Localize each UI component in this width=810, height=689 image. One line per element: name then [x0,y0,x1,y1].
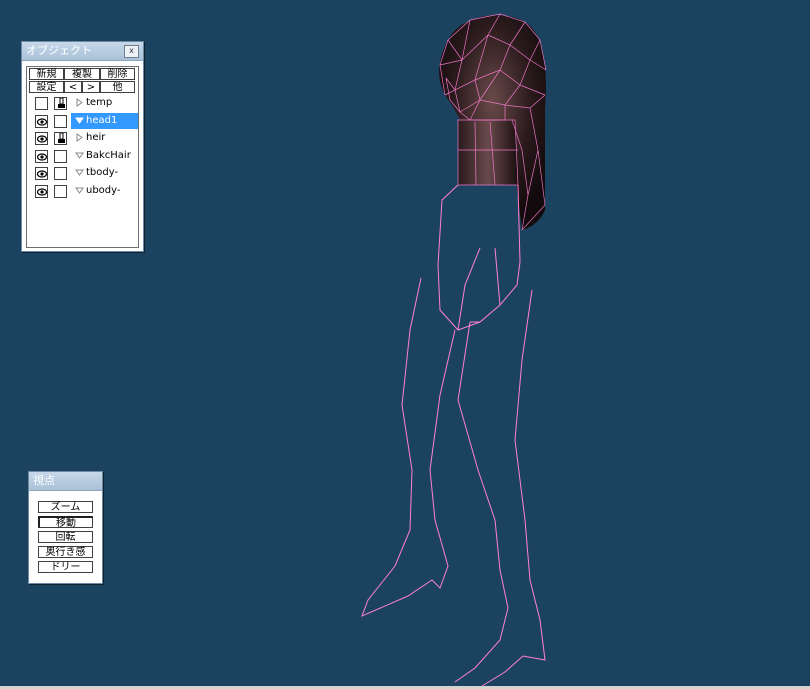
object-row-tbody-[interactable]: tbody- [27,165,138,182]
object-name: temp [86,97,113,108]
triangle-down-icon[interactable] [75,186,84,195]
object-window-title: オブジェクト [26,44,92,57]
lock-toggle[interactable] [54,114,67,128]
triangle-right-icon[interactable] [75,98,84,107]
triangle-down-icon[interactable] [75,168,84,177]
object-name: tbody- [86,167,119,179]
viewpoint-titlebar[interactable]: 視点 [29,472,102,491]
visibility-toggle[interactable] [35,149,48,163]
object-name: ubody- [86,185,121,196]
visibility-toggle[interactable] [35,185,48,198]
duplicate-button[interactable]: 複製 [64,68,100,80]
object-window[interactable]: オブジェクト x 新規 複製 削除 設定 < > 他 temp head1 heir… [21,41,144,252]
rotate-button[interactable]: 回転 [38,531,93,543]
object-row-temp[interactable]: temp [27,95,138,112]
visibility-toggle[interactable] [35,132,48,146]
object-name: head1 [86,114,118,126]
viewpoint-panel[interactable]: 視点 ズーム 移動 回転 奥行き感 ドリー [28,471,103,584]
perspective-button[interactable]: 奥行き感 [38,546,93,558]
eye-icon [37,170,47,178]
visibility-toggle[interactable] [35,114,48,128]
triangle-right-icon[interactable] [75,133,84,143]
object-row-head1[interactable]: head1 [27,112,138,130]
object-row-ubody-[interactable]: ubody- [27,183,138,200]
triangle-down-icon[interactable] [75,116,84,125]
eye-icon [37,153,47,161]
visibility-toggle[interactable] [35,97,48,110]
dolly-button[interactable]: ドリー [38,561,93,573]
eye-icon [37,135,47,143]
prev-button[interactable]: < [64,81,82,93]
lock-toggle[interactable] [54,149,67,163]
eye-icon [37,188,47,196]
close-button[interactable]: x [124,45,139,58]
settings-button[interactable]: 設定 [29,81,64,93]
new-button[interactable]: 新規 [29,68,64,80]
other-button[interactable]: 他 [100,81,135,93]
delete-button[interactable]: 削除 [100,68,135,80]
lock-toggle[interactable] [54,167,67,181]
object-window-titlebar[interactable]: オブジェクト x [22,42,143,61]
next-button[interactable]: > [82,81,100,93]
zoom-button[interactable]: ズーム [38,501,93,513]
object-panel: 新規 複製 削除 設定 < > 他 temp head1 heir BakcHair t… [26,66,139,248]
lock-icon [58,98,65,108]
lock-icon [58,133,65,144]
object-name: heir [86,132,106,144]
lock-toggle[interactable] [54,132,67,146]
object-name: BakcHair [86,149,131,161]
lock-toggle[interactable] [54,185,67,198]
eye-icon [37,117,47,126]
move-button[interactable]: 移動 [38,516,93,529]
visibility-toggle[interactable] [35,167,48,181]
object-row-BakcHair[interactable]: BakcHair [27,148,138,165]
viewpoint-title: 視点 [33,474,55,487]
body-mesh [361,184,546,687]
triangle-down-icon[interactable] [75,151,84,160]
object-row-heir[interactable]: heir [27,130,138,147]
head-mesh [439,13,547,231]
lock-toggle[interactable] [54,97,67,110]
